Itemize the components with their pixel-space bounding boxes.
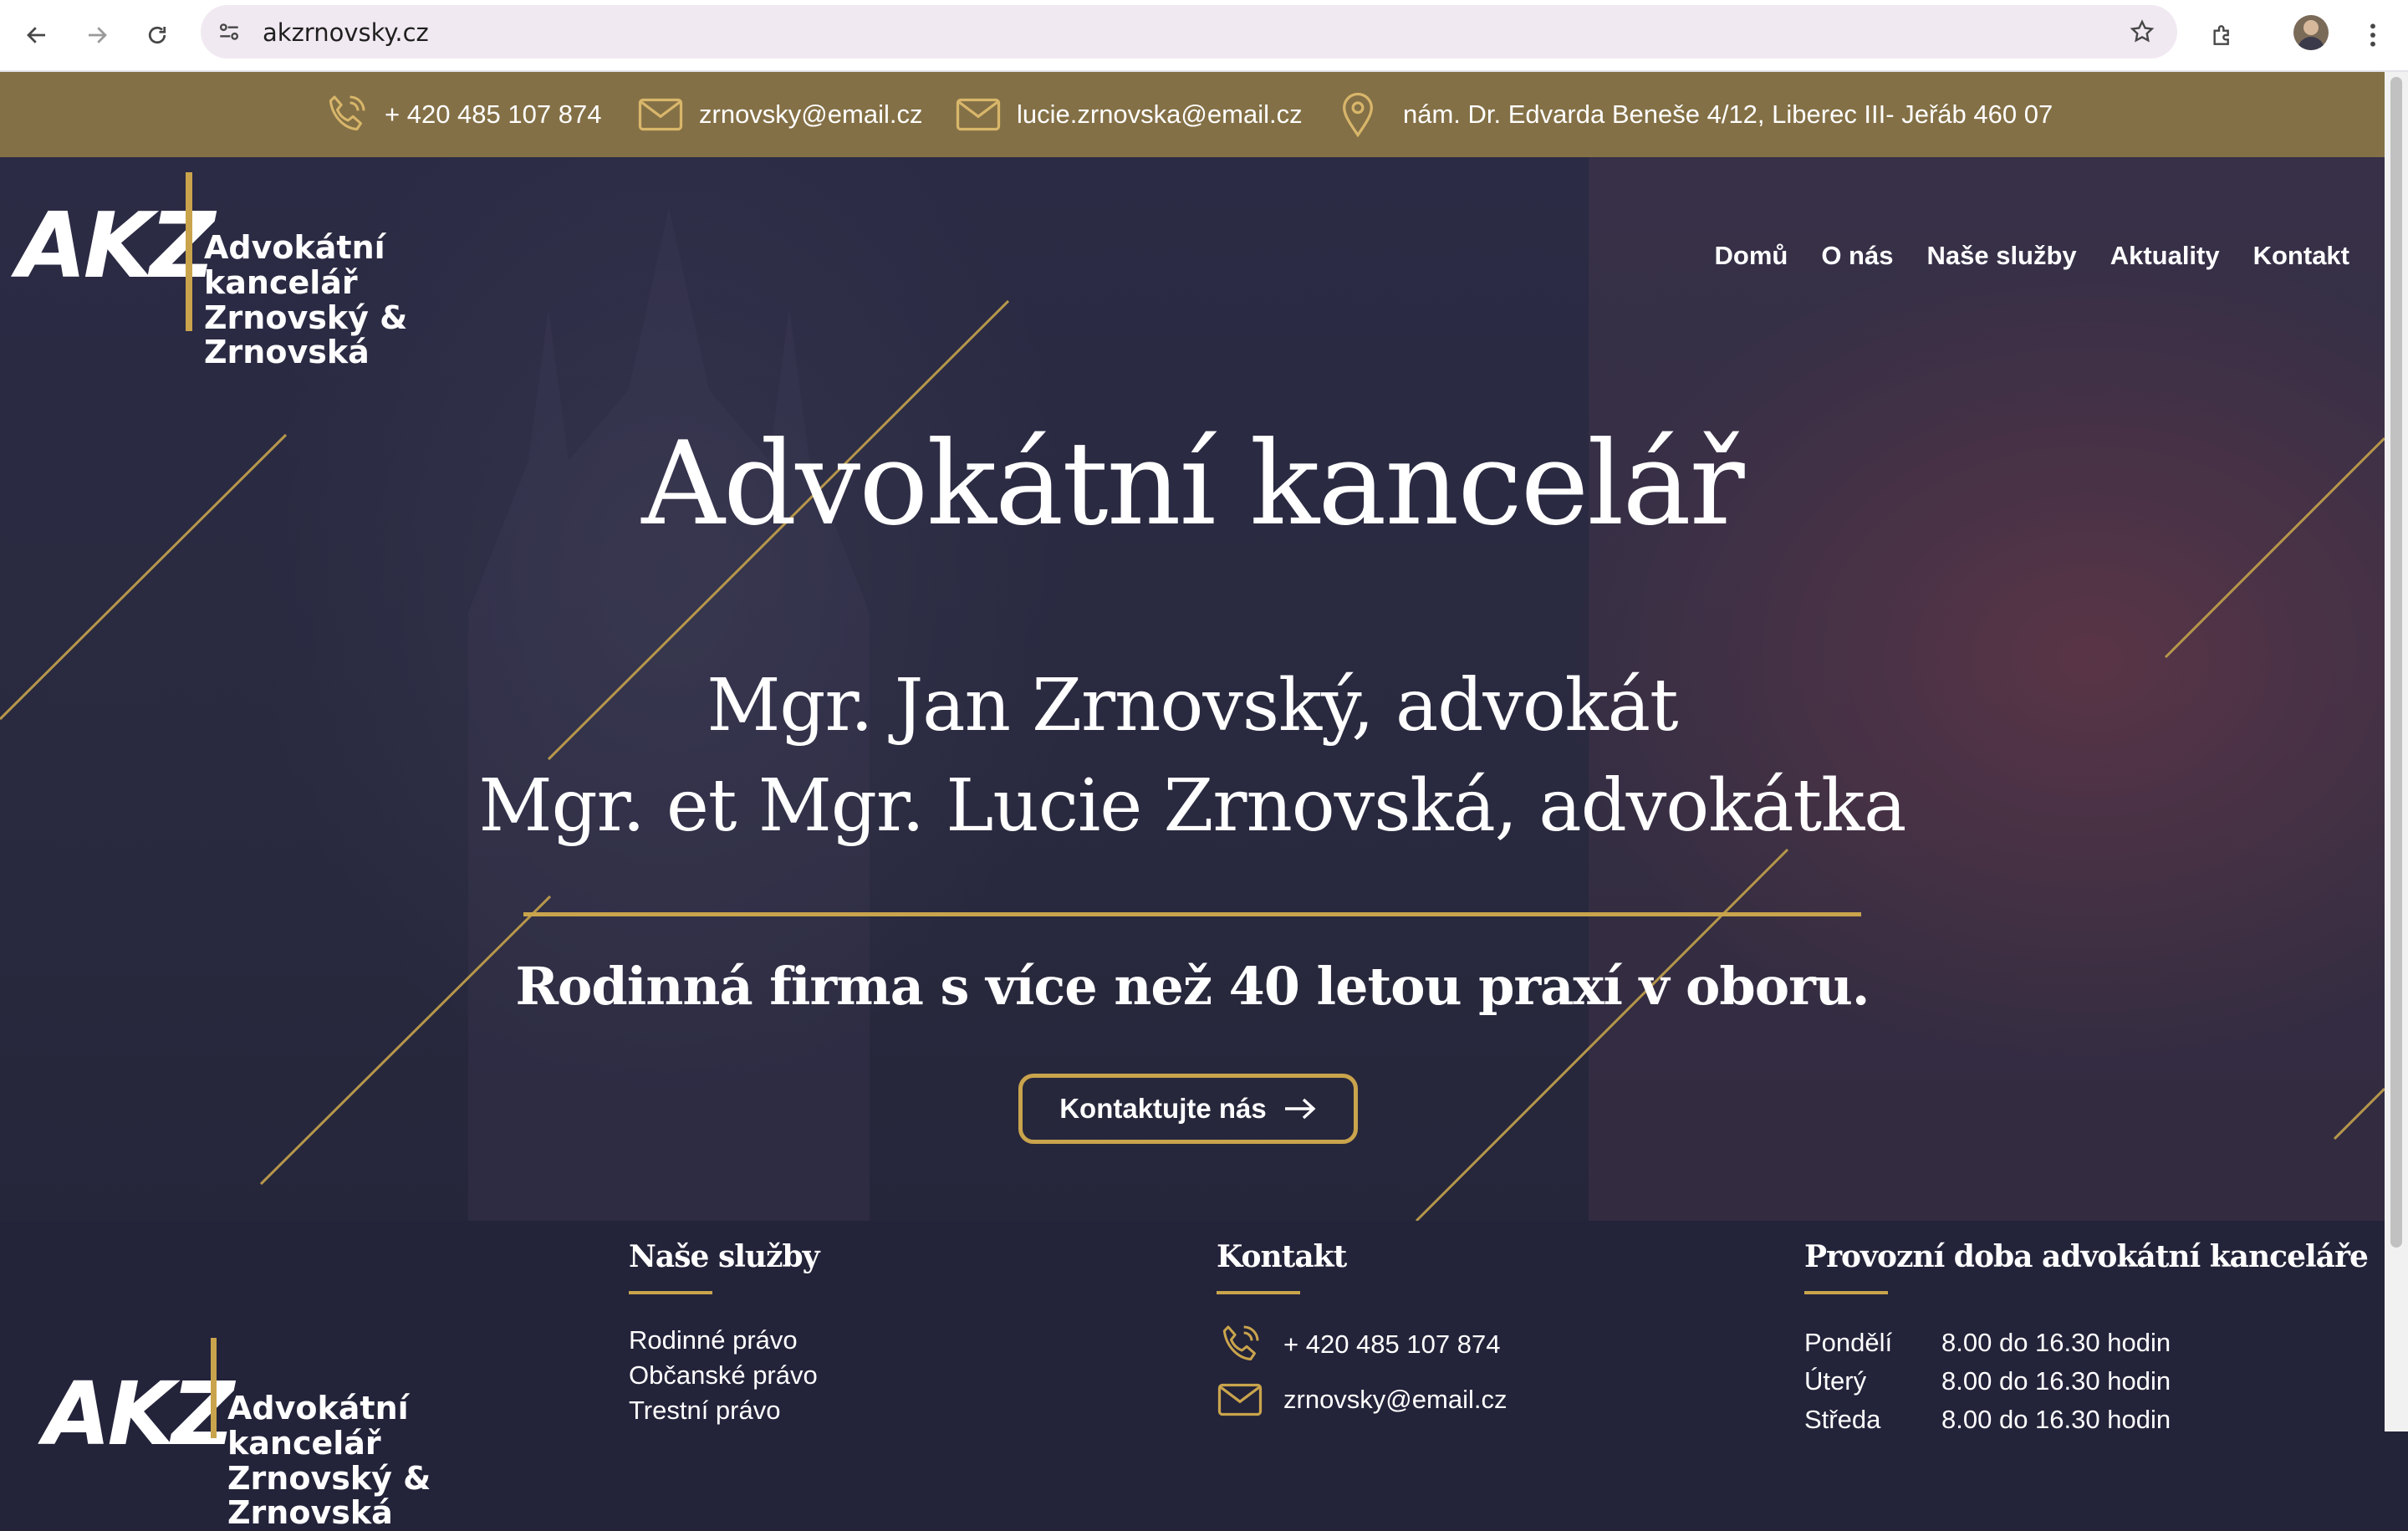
address-bar[interactable]: akzrnovsky.cz: [201, 5, 2177, 59]
footer-email-text: zrnovsky@email.cz: [1283, 1385, 1508, 1414]
nav-item-contact[interactable]: Kontakt: [2253, 241, 2349, 271]
footer-contact-underline: [1217, 1291, 1300, 1294]
kebab-menu-icon: [2370, 23, 2375, 47]
topbar-email-1-text: zrnovsky@email.cz: [699, 100, 923, 129]
footer-service-link[interactable]: Rodinné právo: [629, 1323, 818, 1358]
footer-email[interactable]: zrnovsky@email.cz: [1217, 1381, 1507, 1418]
topbar-email-2-text: lucie.zrnovska@email.cz: [1017, 100, 1303, 129]
site-footer: AKZ Advokátní kancelář Zrnovský & Zrnovs…: [0, 1221, 2385, 1530]
contact-info-bar: + 420 485 107 874 zrnovsky@email.cz luci…: [0, 72, 2385, 157]
hours-row: Úterý 8.00 do 16.30 hodin: [1804, 1366, 2171, 1405]
contact-us-button[interactable]: Kontaktujte nás: [1018, 1074, 1358, 1144]
hero-lawyer-2: Mgr. et Mgr. Lucie Zrnovská, advokátka: [478, 764, 1907, 848]
hero-section: AKZ Advokátní kancelář Zrnovský & Zrnovs…: [0, 157, 2385, 1221]
back-arrow-icon: [27, 27, 45, 43]
phone-icon: [329, 95, 365, 131]
opening-hours-table: Pondělí 8.00 do 16.30 hodin Úterý 8.00 do …: [1804, 1328, 2171, 1443]
email-icon: [638, 98, 683, 131]
footer-logo[interactable]: AKZ Advokátní kancelář Zrnovský & Zrnovs…: [43, 1338, 562, 1530]
logo-line-2: Zrnovský & Zrnovská: [204, 299, 408, 371]
topbar-phone-text: + 420 485 107 874: [385, 100, 602, 129]
footer-logo-divider: [211, 1338, 217, 1438]
phone-icon: [1222, 1325, 1259, 1361]
email-icon: [1217, 1383, 1263, 1416]
topbar-email-2[interactable]: lucie.zrnovska@email.cz: [955, 72, 1303, 157]
footer-services-list: Rodinné právo Občanské právo Trestní prá…: [629, 1323, 818, 1428]
hours-row: Středa 8.00 do 16.30 hodin: [1804, 1405, 2171, 1443]
main-navigation: Domů O nás Naše služby Aktuality Kontakt: [1715, 241, 2350, 271]
footer-services-title: Naše služby: [629, 1239, 820, 1274]
extensions-button[interactable]: [2202, 15, 2242, 55]
url-text[interactable]: akzrnovsky.cz: [263, 18, 429, 47]
site-logo[interactable]: AKZ Advokátní kancelář Zrnovský & Zrnovs…: [17, 172, 535, 370]
hours-row: Pondělí 8.00 do 16.30 hodin: [1804, 1328, 2171, 1366]
hours-time: 8.00 do 16.30 hodin: [1941, 1366, 2171, 1396]
hero-tagline: Rodinná firma s více než 40 letou praxí …: [515, 956, 1870, 1017]
reload-button[interactable]: [137, 15, 177, 55]
browser-menu-button[interactable]: [2353, 15, 2393, 55]
footer-hours-title: Provozní doba advokátní kanceláře: [1804, 1239, 2369, 1274]
footer-service-link[interactable]: Trestní právo: [629, 1393, 818, 1428]
profile-avatar[interactable]: [2293, 15, 2329, 50]
email-icon: [956, 98, 1001, 131]
logo-line-1: Advokátní kancelář: [204, 229, 385, 301]
hero-lawyer-1: Mgr. Jan Zrnovský, advokát: [707, 664, 1678, 748]
logo-divider: [186, 172, 192, 331]
forward-arrow-icon: [89, 27, 107, 43]
hero-divider: [523, 912, 1861, 916]
hero-title: Advokátní kancelář: [641, 416, 1744, 551]
topbar-address-text: nám. Dr. Edvarda Beneše 4/12, Liberec II…: [1403, 100, 2053, 129]
footer-services-underline: [629, 1291, 712, 1294]
topbar-address: nám. Dr. Edvarda Beneše 4/12, Liberec II…: [1339, 72, 2053, 157]
footer-contact-title: Kontakt: [1217, 1239, 1347, 1274]
site-settings-icon[interactable]: [216, 18, 242, 45]
puzzle-icon: [2213, 25, 2229, 45]
topbar-email-1[interactable]: zrnovsky@email.cz: [637, 72, 922, 157]
footer-service-link[interactable]: Občanské právo: [629, 1358, 818, 1393]
bookmark-star-icon[interactable]: [2129, 18, 2155, 45]
forward-button[interactable]: [77, 15, 117, 55]
browser-toolbar: akzrnovsky.cz: [0, 0, 2408, 72]
hours-time: 8.00 do 16.30 hodin: [1941, 1328, 2171, 1357]
nav-item-home[interactable]: Domů: [1715, 241, 1788, 271]
logo-text: Advokátní kancelář Zrnovský & Zrnovská: [204, 229, 535, 371]
footer-logo-mark: AKZ: [43, 1363, 234, 1465]
nav-item-services[interactable]: Naše služby: [1926, 241, 2076, 271]
nav-item-about[interactable]: O nás: [1821, 241, 1893, 271]
hours-day: Úterý: [1804, 1366, 1867, 1396]
footer-logo-line-2: Zrnovský & Zrnovská: [227, 1459, 431, 1531]
arrow-right-icon: [1284, 1098, 1316, 1120]
location-pin-icon: [1343, 92, 1373, 138]
nav-item-news[interactable]: Aktuality: [2110, 241, 2220, 271]
contact-us-label: Kontaktujte nás: [1059, 1093, 1267, 1124]
hours-day: Pondělí: [1804, 1328, 1893, 1357]
back-button[interactable]: [17, 15, 57, 55]
reload-icon: [148, 26, 166, 44]
logo-mark: AKZ: [17, 194, 216, 299]
topbar-phone[interactable]: + 420 485 107 874: [323, 72, 601, 157]
footer-phone-text: + 420 485 107 874: [1283, 1329, 1501, 1359]
page-scrollbar[interactable]: [2385, 72, 2408, 1431]
scrollbar-thumb[interactable]: [2390, 77, 2402, 1248]
footer-logo-text: Advokátní kancelář Zrnovský & Zrnovská: [227, 1391, 562, 1531]
footer-phone[interactable]: + 420 485 107 874: [1217, 1321, 1500, 1368]
hours-time: 8.00 do 16.30 hodin: [1941, 1405, 2171, 1434]
hours-day: Středa: [1804, 1405, 1881, 1434]
footer-hours-underline: [1804, 1291, 1888, 1294]
footer-logo-line-1: Advokátní kancelář: [227, 1390, 409, 1462]
